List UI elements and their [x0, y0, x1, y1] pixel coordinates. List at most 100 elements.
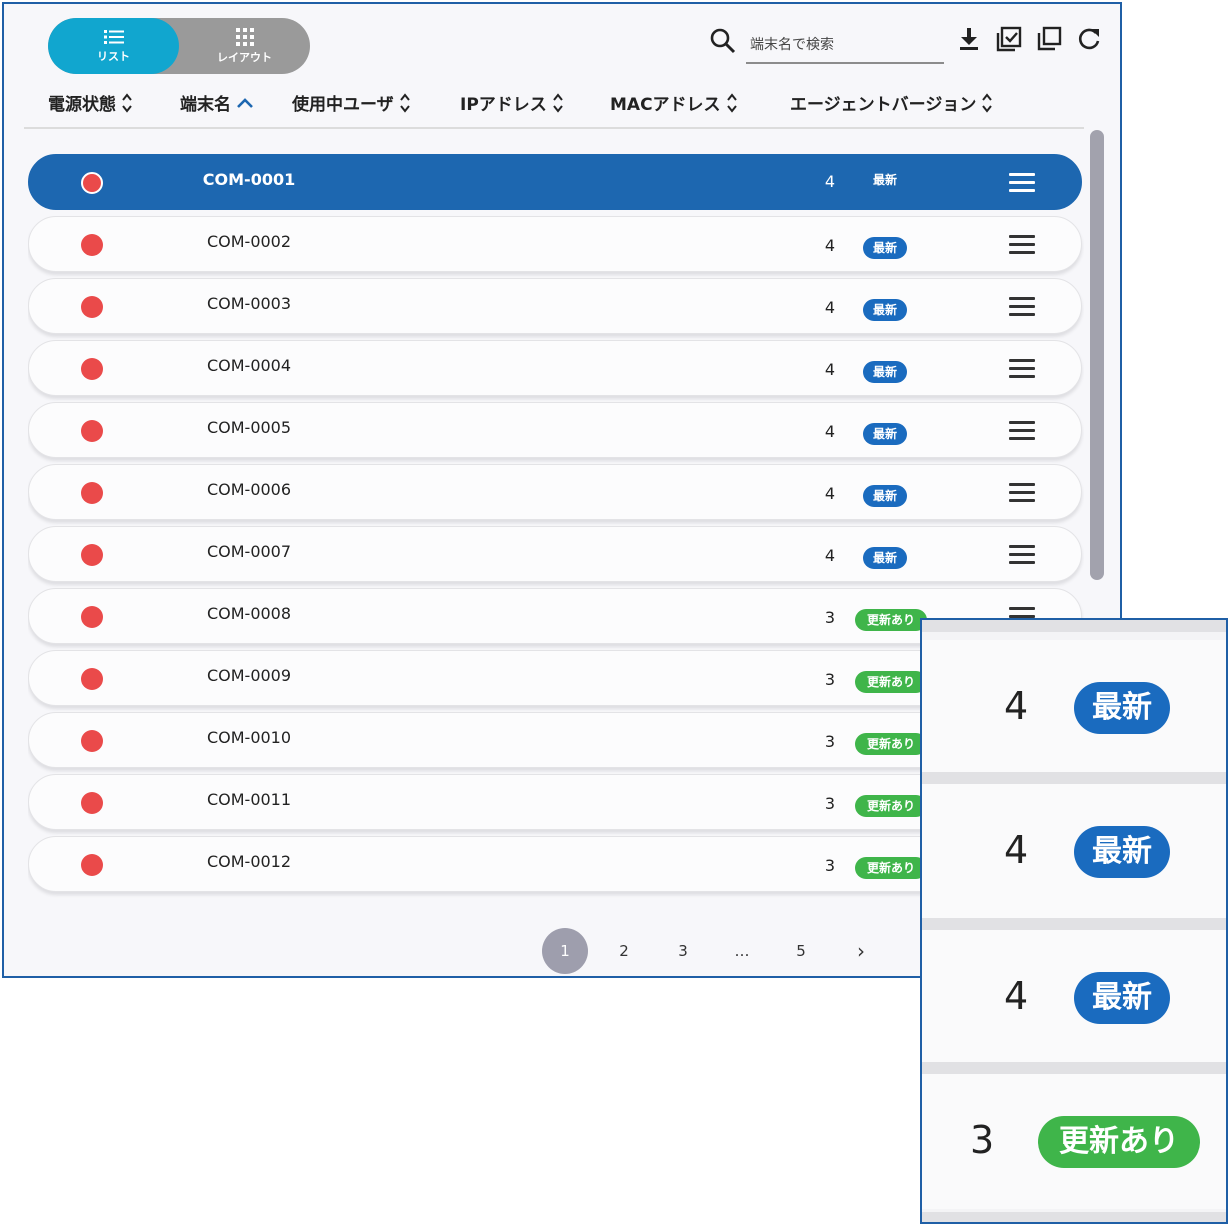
menu-icon[interactable] — [1009, 297, 1035, 317]
table-header: 電源状態 端末名 使用中ユーザ IPアドレス MACアドレス エージェントバージ… — [4, 90, 1084, 130]
device-name: COM-0008 — [206, 604, 292, 623]
menu-icon[interactable] — [1009, 235, 1035, 255]
refresh-icon[interactable] — [1076, 26, 1102, 52]
zoom-row: 4 最新 — [922, 784, 1226, 919]
column-ip[interactable]: IPアドレス — [460, 90, 564, 115]
agent-version: 4 — [824, 484, 836, 503]
power-status-indicator — [81, 358, 103, 380]
menu-icon[interactable] — [1009, 483, 1035, 503]
column-user[interactable]: 使用中ユーザ — [292, 90, 411, 115]
view-toggle: リスト レイアウト — [48, 18, 310, 74]
table-row[interactable]: COM-0006 4 最新 — [28, 464, 1082, 520]
list-view-label: リスト — [97, 49, 130, 63]
device-name: COM-0005 — [206, 418, 292, 437]
power-status-indicator — [81, 172, 103, 194]
table-row[interactable]: COM-0004 4 最新 — [28, 340, 1082, 396]
zoom-divider — [922, 620, 1226, 632]
column-ip-label: IPアドレス — [460, 95, 547, 115]
sort-icon — [982, 92, 993, 113]
zoom-latest-badge: 最新 — [1074, 682, 1170, 734]
layout-view-button[interactable]: レイアウト — [179, 18, 310, 74]
column-name[interactable]: 端末名 — [180, 90, 254, 115]
check-square-icon[interactable] — [996, 26, 1022, 52]
menu-icon[interactable] — [1009, 173, 1035, 193]
latest-badge: 最新 — [863, 485, 907, 507]
device-name: COM-0007 — [206, 542, 292, 561]
sort-icon — [553, 92, 563, 113]
column-mac[interactable]: MACアドレス — [610, 90, 738, 115]
search-icon — [710, 28, 736, 54]
power-status-indicator — [81, 482, 103, 504]
agent-version: 3 — [824, 732, 836, 751]
zoom-latest-badge: 最新 — [1074, 972, 1170, 1024]
power-status-indicator — [81, 420, 103, 442]
device-name: COM-0002 — [206, 232, 292, 251]
table-row[interactable]: COM-0005 4 最新 — [28, 402, 1082, 458]
agent-version: 3 — [824, 856, 836, 875]
layout-view-label: レイアウト — [217, 50, 272, 64]
zoom-divider — [922, 918, 1226, 930]
agent-version: 3 — [824, 794, 836, 813]
device-name: COM-0003 — [206, 294, 292, 313]
agent-version: 4 — [824, 236, 836, 255]
copy-icon[interactable] — [1036, 26, 1062, 52]
agent-version: 3 — [824, 670, 836, 689]
device-name: COM-0011 — [206, 790, 292, 809]
zoom-row: 4 最新 — [922, 640, 1226, 775]
zoom-version: 4 — [1004, 684, 1029, 728]
column-agent-version-label: エージェントバージョン — [790, 95, 977, 115]
device-name: COM-0001 — [202, 170, 296, 189]
table-row[interactable]: COM-0001 4 最新 — [28, 154, 1082, 210]
agent-version: 4 — [824, 298, 836, 317]
power-status-indicator — [81, 730, 103, 752]
page-1-button[interactable]: 1 — [542, 928, 588, 974]
latest-badge: 最新 — [863, 237, 907, 259]
download-icon[interactable] — [956, 26, 982, 52]
zoom-divider — [922, 772, 1226, 784]
power-status-indicator — [81, 792, 103, 814]
sort-icon — [399, 92, 410, 113]
page-3-button[interactable]: 3 — [660, 928, 706, 974]
grid-icon — [235, 27, 254, 46]
table-row[interactable]: COM-0003 4 最新 — [28, 278, 1082, 334]
power-status-indicator — [81, 234, 103, 256]
scrollbar-thumb[interactable] — [1090, 130, 1104, 580]
zoom-latest-badge: 最新 — [1074, 826, 1170, 878]
list-view-button[interactable]: リスト — [48, 18, 179, 74]
device-name: COM-0006 — [206, 480, 292, 499]
zoom-version: 3 — [970, 1118, 995, 1162]
column-power[interactable]: 電源状態 — [48, 90, 133, 115]
power-status-indicator — [81, 606, 103, 628]
power-status-indicator — [81, 854, 103, 876]
agent-version: 4 — [824, 360, 836, 379]
column-agent-version[interactable]: エージェントバージョン — [790, 90, 993, 115]
latest-badge: 最新 — [872, 173, 897, 187]
sort-icon — [122, 92, 132, 113]
zoom-version: 4 — [1004, 828, 1029, 872]
update-available-badge: 更新あり — [855, 795, 927, 817]
latest-badge: 最新 — [863, 547, 907, 569]
device-name: COM-0012 — [206, 852, 292, 871]
page-ellipsis: … — [734, 942, 750, 960]
power-status-indicator — [81, 668, 103, 690]
chevron-right-icon[interactable]: › — [838, 928, 884, 974]
menu-icon[interactable] — [1009, 359, 1035, 379]
menu-icon[interactable] — [1009, 545, 1035, 565]
menu-icon[interactable] — [1009, 421, 1035, 441]
page-5-button[interactable]: 5 — [778, 928, 824, 974]
table-row[interactable]: COM-0002 4 最新 — [28, 216, 1082, 272]
search-input[interactable] — [746, 28, 944, 64]
agent-version: 4 — [824, 422, 836, 441]
device-name: COM-0004 — [206, 356, 292, 375]
device-name: COM-0010 — [206, 728, 292, 747]
latest-badge: 最新 — [863, 299, 907, 321]
sort-icon — [726, 92, 737, 113]
table-row[interactable]: COM-0007 4 最新 — [28, 526, 1082, 582]
latest-badge: 最新 — [863, 361, 907, 383]
page-2-button[interactable]: 2 — [601, 928, 647, 974]
column-name-label: 端末名 — [180, 95, 231, 115]
update-available-badge: 更新あり — [855, 733, 927, 755]
power-status-indicator — [81, 544, 103, 566]
sort-ascending-icon — [237, 97, 253, 108]
update-available-badge: 更新あり — [855, 609, 927, 631]
